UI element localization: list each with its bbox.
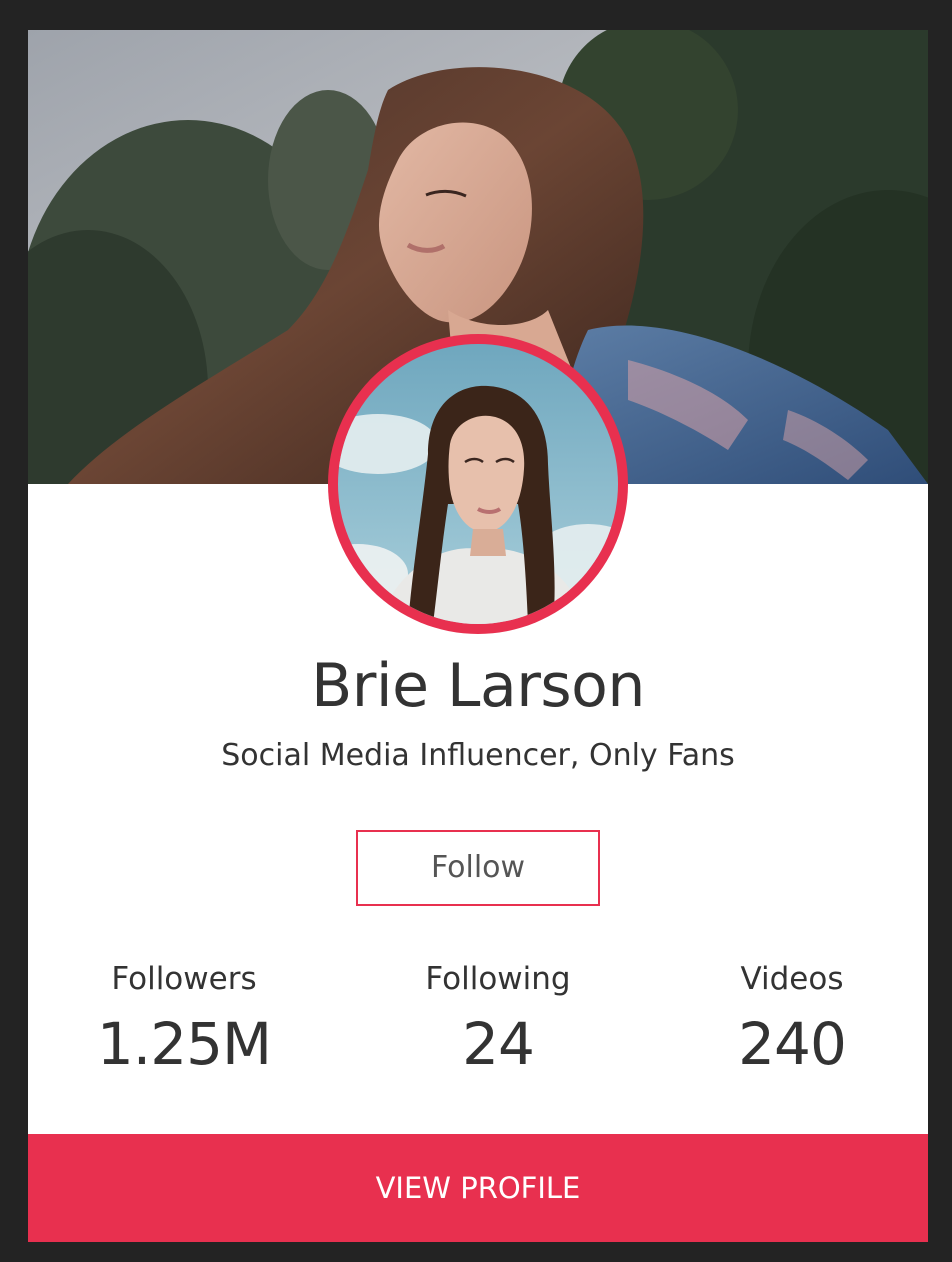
avatar	[328, 334, 628, 634]
stat-value: 1.25M	[96, 1010, 272, 1078]
stat-value: 24	[462, 1010, 535, 1078]
stat-label: Following	[425, 961, 571, 997]
stat-value: 240	[738, 1010, 847, 1078]
avatar-photo	[338, 344, 618, 624]
stat-following: Following 24	[368, 956, 628, 1084]
view-profile-button[interactable]: VIEW PROFILE	[28, 1134, 928, 1242]
profile-name: Brie Larson	[311, 651, 645, 721]
stat-label: Followers	[111, 961, 257, 997]
stat-videos: Videos 240	[662, 956, 922, 1084]
stat-followers: Followers 1.25M	[54, 956, 314, 1084]
follow-button[interactable]: Follow	[356, 830, 600, 906]
profile-subtitle: Social Media Influencer, Only Fans	[221, 738, 735, 773]
profile-card: Brie Larson Social Media Influencer, Onl…	[28, 30, 928, 1242]
stat-label: Videos	[740, 961, 844, 997]
